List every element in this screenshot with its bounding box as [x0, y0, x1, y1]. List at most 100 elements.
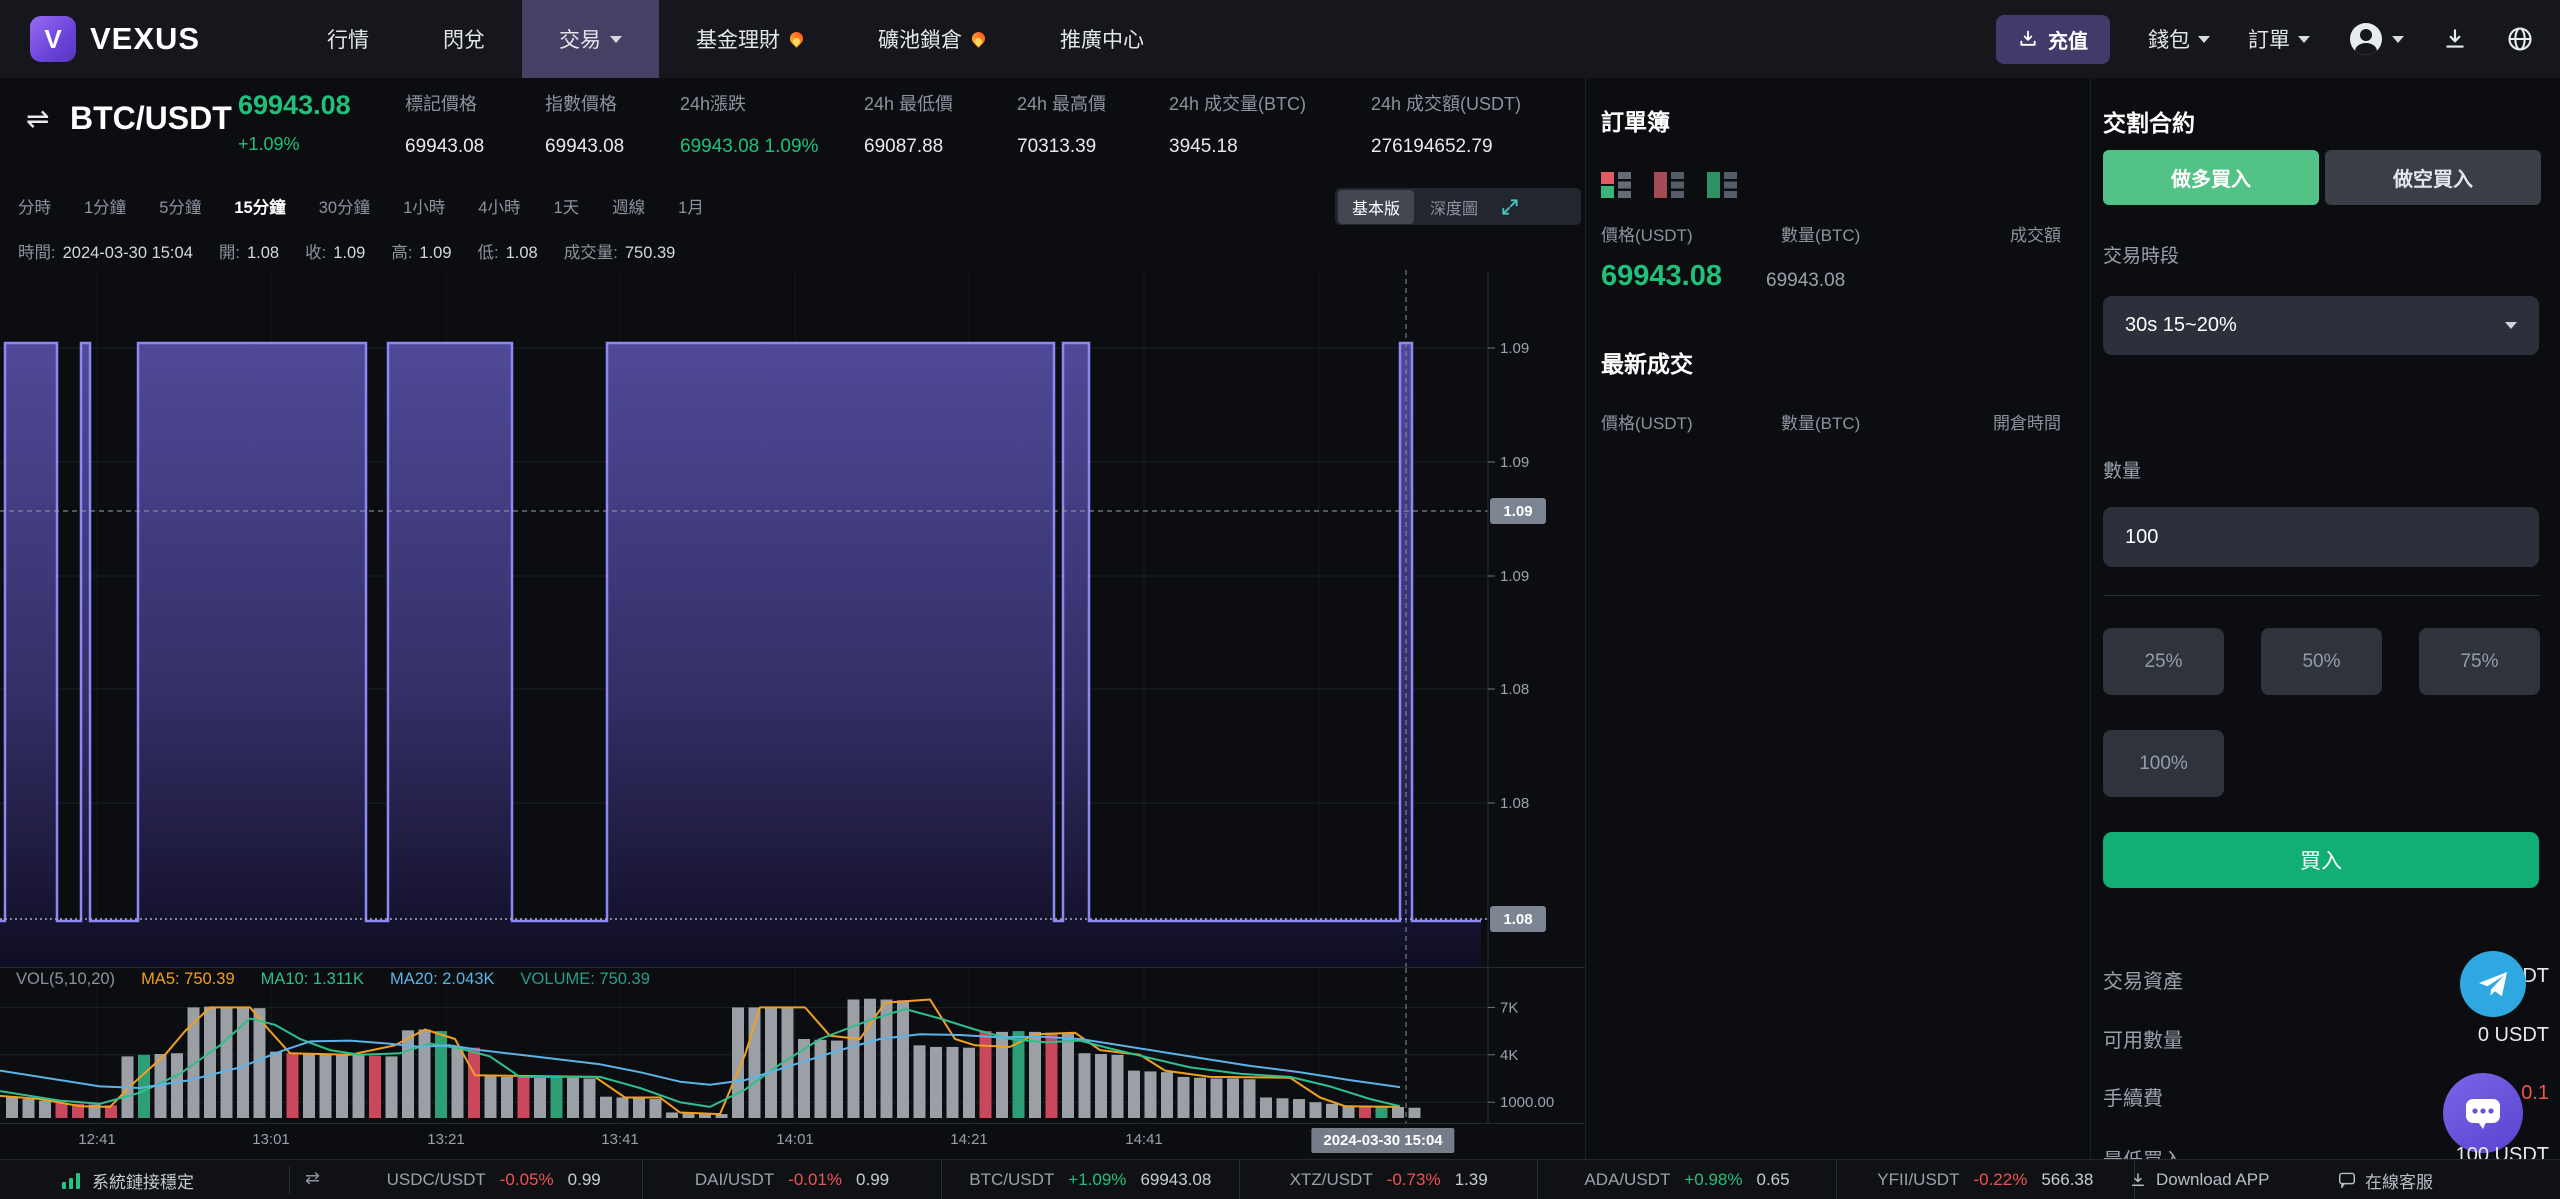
timeframe-4小時[interactable]: 4小時 — [478, 194, 520, 218]
svg-text:7K: 7K — [1500, 999, 1518, 1016]
percent-button-100[interactable]: 100% — [2103, 730, 2224, 797]
trades-col-header: 數量(BTC) — [1781, 414, 1861, 433]
statusbar-pairs: USDC/USDT -0.05% 0.99 DAI/USDT -0.01% 0.99 BTC… — [345, 1160, 2135, 1199]
chevron-down-icon — [2505, 322, 2517, 329]
book-view-both-icon[interactable] — [1601, 172, 1631, 198]
statusbar-pair-ADA/USDT[interactable]: ADA/USDT +0.98% 0.65 — [1538, 1160, 1837, 1199]
amount-label: 數量 — [2103, 461, 2142, 482]
buy-button[interactable]: 買入 — [2103, 832, 2539, 888]
profile-menu[interactable] — [2348, 21, 2404, 57]
amount-input[interactable] — [2103, 507, 2539, 567]
percent-button-75[interactable]: 75% — [2419, 628, 2540, 695]
nav-item-閃兌[interactable]: 閃兌 — [406, 0, 522, 78]
pair-name: YFII/USDT — [1877, 1170, 1960, 1189]
stat-label: 24h 成交額(USDT) — [1371, 94, 1522, 114]
stat-value: 69087.88 — [864, 136, 944, 157]
timeframe-15分鐘[interactable]: 15分鐘 — [234, 194, 285, 218]
orders-menu[interactable]: 訂單 — [2248, 24, 2310, 54]
fullscreen-expand-icon[interactable] — [1500, 197, 1520, 217]
svg-text:1000.00: 1000.00 — [1500, 1094, 1554, 1111]
svg-text:1.09: 1.09 — [1503, 503, 1532, 520]
deposit-button[interactable]: 充值 — [1996, 14, 2110, 64]
percent-button-25[interactable]: 25% — [2103, 628, 2224, 695]
statusbar-pair-XTZ/USDT[interactable]: XTZ/USDT -0.73% 1.39 — [1240, 1160, 1539, 1199]
wallet-menu[interactable]: 錢包 — [2148, 24, 2210, 54]
mode-basic-tab[interactable]: 基本版 — [1338, 189, 1415, 224]
nav-item-label: 礦池鎖倉 — [878, 29, 962, 52]
download-app-link[interactable]: Download APP — [2129, 1160, 2269, 1199]
mode-depth-tab[interactable]: 深度圖 — [1416, 190, 1492, 224]
statusbar-pair-YFII/USDT[interactable]: YFII/USDT -0.22% 566.38 — [1837, 1160, 2135, 1199]
orderbook-col-header: 價格(USDT) — [1601, 226, 1693, 245]
time-axis-label: 13:41 — [601, 1131, 639, 1148]
nav-item-推廣中心[interactable]: 推廣中心 — [1023, 0, 1181, 78]
stat-label: 標記價格 — [405, 94, 477, 114]
pair-change: +0.98% — [1684, 1170, 1743, 1189]
nav-item-基金理財[interactable]: 基金理財 — [659, 0, 841, 78]
signal-icon — [62, 1171, 80, 1189]
refresh-pairs-icon[interactable]: ⇄ — [305, 1168, 320, 1189]
orderbook-panel: 訂單簿 價格(USDT) 數量(BTC) 成交額 69943.08 69943.08… — [1586, 78, 2090, 1159]
online-support-label: 在線客服 — [2365, 1172, 2433, 1192]
period-select[interactable]: 30s 15~20% — [2103, 296, 2539, 355]
brand[interactable]: V VEXUS — [0, 0, 260, 78]
user-avatar-icon — [2348, 21, 2384, 57]
asset-row-3: 手續費 0.1 — [2103, 1082, 2549, 1110]
timeframe-1分鐘[interactable]: 1分鐘 — [84, 194, 126, 218]
pair-price: 0.99 — [856, 1170, 890, 1189]
stat-label: 指數價格 — [545, 94, 617, 114]
timeframe-1月[interactable]: 1月 — [678, 194, 704, 218]
pair-switch-icon[interactable]: ⇌ — [26, 102, 49, 135]
ohlc-close-label: 收: — [305, 244, 327, 262]
nav-item-交易[interactable]: 交易 — [522, 0, 659, 78]
volume-pane[interactable]: VOL(5,10,20) MA5: 750.39 MA10: 1.311K MA… — [0, 968, 1585, 1123]
stat-label: 24h 最高價 — [1017, 94, 1107, 114]
timeframe-週線[interactable]: 週線 — [612, 194, 645, 218]
period-label: 交易時段 — [2103, 246, 2180, 267]
percent-button-50[interactable]: 50% — [2261, 628, 2382, 695]
orderbook-layout-icons — [1601, 172, 1737, 198]
pair-title[interactable]: BTC/USDT — [70, 100, 232, 137]
price-chart[interactable]: 1.09 1.09 1.09 1.08 1.08 1.09 1.08 — [0, 270, 1585, 967]
timeframe-list: 分時 1分鐘 5分鐘 15分鐘 30分鐘 1小時 4小時 1天 週線 1月 — [18, 194, 704, 218]
ohlc-high-label: 高: — [391, 244, 413, 262]
volume-value-label: VOLUME: 750.39 — [520, 970, 650, 988]
nav-item-label: 基金理財 — [696, 29, 780, 52]
timeframe-1天[interactable]: 1天 — [553, 194, 579, 218]
connection-status-text: 系統鏈接穩定 — [92, 1172, 194, 1192]
short-buy-button[interactable]: 做空買入 — [2325, 150, 2541, 205]
timeframe-1小時[interactable]: 1小時 — [403, 194, 445, 218]
asset-row-label: 交易資產 — [2103, 971, 2183, 993]
download-app-icon[interactable] — [2442, 26, 2468, 52]
pair-change: -0.73% — [1386, 1170, 1441, 1189]
long-buy-button[interactable]: 做多買入 — [2103, 150, 2319, 205]
book-view-bids-icon[interactable] — [1707, 172, 1737, 198]
orders-label: 訂單 — [2248, 29, 2290, 52]
nav-item-礦池鎖倉[interactable]: 礦池鎖倉 — [841, 0, 1023, 78]
ohlc-open-label: 開: — [218, 244, 240, 262]
ohlc-info: 時間: 2024-03-30 15:04 開: 1.08 收: 1.09 高: 1.09… — [0, 236, 1585, 266]
main-nav: 行情 閃兌 交易 基金理財 礦池鎖倉 推廣中心 — [290, 0, 1181, 78]
chart-toolbar: 分時 1分鐘 5分鐘 15分鐘 30分鐘 1小時 4小時 1天 週線 1月 基本版 深度圖 — [0, 180, 1585, 232]
timeframe-30分鐘[interactable]: 30分鐘 — [319, 194, 370, 218]
volume-chart-svg: 7K 4K 1000.00 — [0, 968, 1554, 1123]
book-view-asks-icon[interactable] — [1654, 172, 1684, 198]
download-icon — [2132, 1173, 2144, 1186]
asset-row-value: 0.1 — [2521, 1082, 2549, 1104]
statusbar-pair-USDC/USDT[interactable]: USDC/USDT -0.05% 0.99 — [345, 1160, 644, 1199]
divider — [289, 1166, 290, 1194]
language-globe-icon[interactable] — [2506, 25, 2534, 53]
statusbar-pair-DAI/USDT[interactable]: DAI/USDT -0.01% 0.99 — [643, 1160, 942, 1199]
telegram-button[interactable] — [2460, 951, 2526, 1017]
change-percent: +1.09% — [238, 134, 300, 154]
nav-item-label: 行情 — [327, 29, 369, 52]
stat-value: 69943.08 — [405, 136, 485, 157]
pair-change: -0.22% — [1973, 1170, 2028, 1189]
online-support-link[interactable]: 在線客服 — [2338, 1160, 2433, 1199]
svg-text:1.08: 1.08 — [1500, 795, 1529, 812]
nav-item-行情[interactable]: 行情 — [290, 0, 406, 78]
timeframe-分時[interactable]: 分時 — [18, 194, 51, 218]
timeframe-5分鐘[interactable]: 5分鐘 — [159, 194, 201, 218]
svg-text:1.09: 1.09 — [1500, 454, 1529, 471]
statusbar-pair-BTC/USDT[interactable]: BTC/USDT +1.09% 69943.08 — [942, 1160, 1240, 1199]
